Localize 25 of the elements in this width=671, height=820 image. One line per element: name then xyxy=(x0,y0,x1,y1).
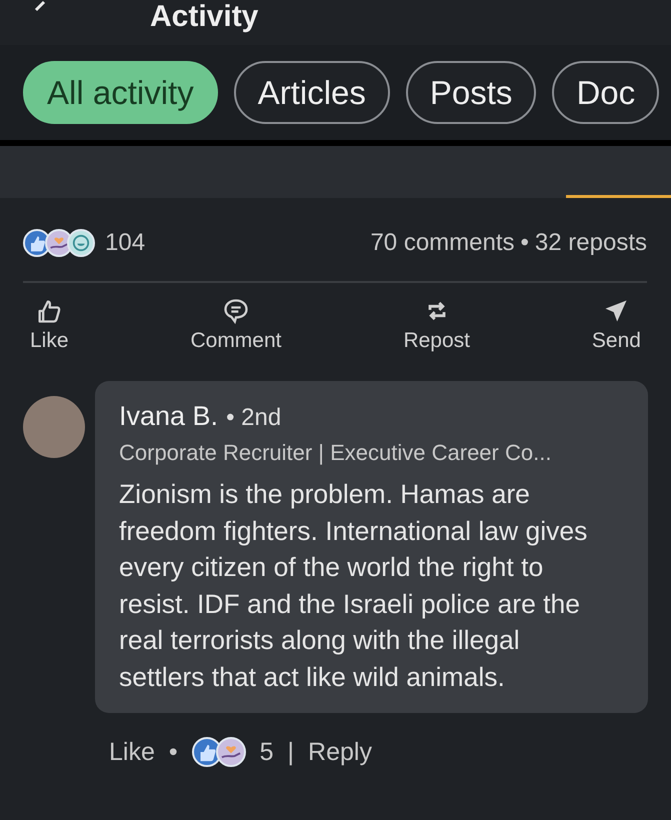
repost-button[interactable]: Repost xyxy=(403,297,470,353)
connection-degree: • 2nd xyxy=(226,404,282,431)
like-button[interactable]: Like xyxy=(30,297,69,353)
page-title: Activity xyxy=(150,2,258,32)
repost-count[interactable]: 32 reposts xyxy=(534,229,647,257)
separator-dot: • xyxy=(168,738,178,766)
filter-chip[interactable]: All activity xyxy=(23,61,218,124)
author-headline: Corporate Recruiter | Executive Career Co... xyxy=(119,440,552,466)
filter-chip[interactable]: Doc xyxy=(552,61,660,124)
reply-link[interactable]: Reply xyxy=(308,738,372,766)
reaction-count[interactable]: 104 xyxy=(105,229,146,257)
comment-icon xyxy=(222,297,250,325)
separator-mark: | xyxy=(288,738,294,766)
separator-dot: • xyxy=(520,229,529,257)
filter-chip[interactable]: Posts xyxy=(406,61,536,124)
comment-button[interactable]: Comment xyxy=(190,297,282,353)
comment-count[interactable]: 70 comments xyxy=(370,229,515,257)
support-reaction-icon xyxy=(216,737,246,767)
filter-chip[interactable]: Articles xyxy=(234,61,390,124)
comment-text: Zionism is the problem. Hamas are freedom fighters. International law gives every citizen of the world the right to resist. IDF and the Israeli police are the real terrorists along with the illegal settlers that act like wild animals. xyxy=(119,478,588,694)
send-button[interactable]: Send xyxy=(592,297,641,353)
author-name[interactable]: Ivana B. xyxy=(119,401,218,431)
funny-reaction-icon xyxy=(67,229,95,257)
reaction-count[interactable]: 5 xyxy=(260,738,274,766)
like-link[interactable]: Like xyxy=(109,738,155,766)
